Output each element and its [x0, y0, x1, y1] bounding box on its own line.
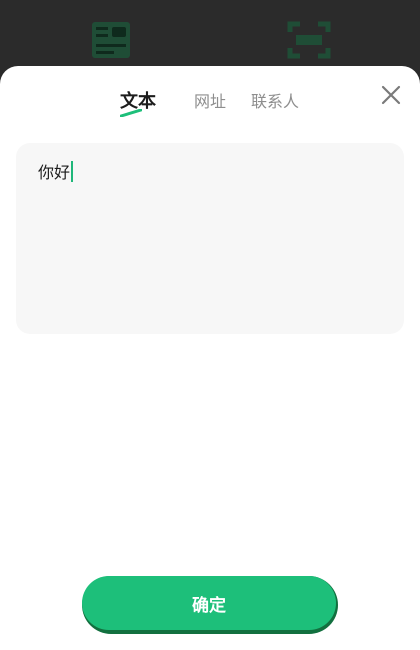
text-input-area[interactable]: 你好 [16, 143, 404, 334]
text-caret [71, 161, 74, 182]
tab-url[interactable]: 网址 [194, 88, 226, 116]
scan-frame-icon [287, 21, 331, 59]
input-sheet: 文本 网址 联系人 你好 确定 [0, 66, 420, 650]
tab-contact[interactable]: 联系人 [251, 88, 299, 116]
tab-bar: 文本 网址 联系人 [0, 88, 420, 120]
close-icon[interactable] [380, 84, 402, 106]
confirm-button[interactable]: 确定 [82, 576, 336, 630]
page: 文本 网址 联系人 你好 确定 [0, 0, 420, 650]
text-input-value: 你好 [38, 163, 71, 182]
barcode-card-icon [92, 22, 130, 58]
tab-text[interactable]: 文本 [120, 88, 156, 116]
confirm-button-shadow: 确定 [82, 576, 338, 634]
